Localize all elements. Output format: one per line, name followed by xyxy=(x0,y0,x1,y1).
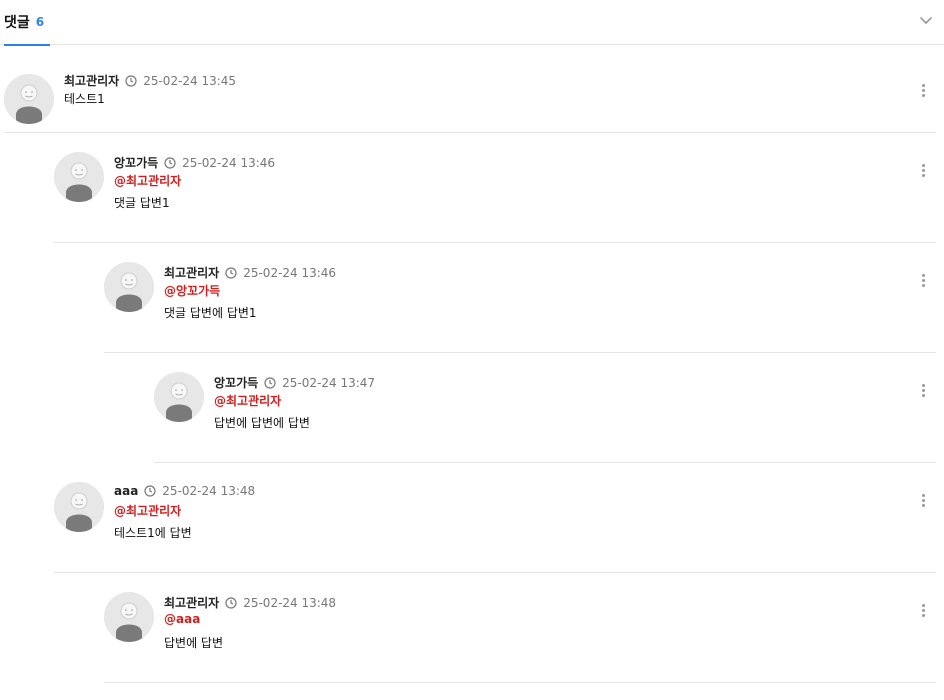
comment-text: 답변에 답변 xyxy=(164,636,224,650)
comment-item: 최고관리자 25-02-24 13:45 테스트1 xyxy=(4,64,936,133)
comment-author: 최고관리자 xyxy=(64,74,120,88)
clock-icon xyxy=(144,485,156,497)
comment-item: 앙꼬가득 25-02-24 13:46 @최고관리자 댓글 답변1 xyxy=(54,132,936,243)
comment-time: 25-02-24 13:48 xyxy=(243,595,337,610)
comments-title: 댓글 xyxy=(4,15,30,31)
avatar-icon xyxy=(154,372,204,422)
comment-mention: @최고관리자 xyxy=(114,174,182,188)
more-vertical-icon[interactable] xyxy=(922,84,926,98)
comment-mention: @최고관리자 xyxy=(114,504,182,518)
chevron-down-icon[interactable] xyxy=(918,12,934,28)
comment-time: 25-02-24 13:45 xyxy=(143,73,237,88)
comment-author: 앙꼬가득 xyxy=(214,376,259,390)
comments-tab[interactable]: 댓글 6 xyxy=(4,0,51,46)
comment-text: 댓글 답변1 xyxy=(114,196,170,210)
comment-meta: aaa 25-02-24 13:48 xyxy=(114,484,255,498)
comment-text: 테스트1에 답변 xyxy=(114,526,192,540)
more-vertical-icon[interactable] xyxy=(922,274,926,288)
comment-time: 25-02-24 13:46 xyxy=(182,155,276,170)
clock-icon xyxy=(264,376,276,389)
clock-icon xyxy=(125,74,137,87)
comment-text: 댓글 답변에 답변1 xyxy=(164,306,257,320)
avatar-icon xyxy=(104,592,154,642)
comment-meta: 최고관리자 25-02-24 13:46 xyxy=(164,264,336,281)
comment-mention: @앙꼬가득 xyxy=(164,284,221,298)
comments-header: 댓글 6 xyxy=(0,0,944,46)
comment-meta: 앙꼬가득 25-02-24 13:47 xyxy=(214,374,375,391)
avatar-icon xyxy=(54,152,104,202)
comment-meta: 최고관리자 25-02-24 13:48 xyxy=(164,594,336,611)
avatar-icon xyxy=(104,262,154,312)
avatar-icon xyxy=(54,482,104,532)
comment-time: 25-02-24 13:48 xyxy=(162,484,256,498)
comment-item: 최고관리자 25-02-24 13:48 @aaa 답변에 답변 xyxy=(104,572,936,683)
comment-mention: @최고관리자 xyxy=(214,394,282,408)
more-vertical-icon[interactable] xyxy=(922,604,926,618)
comment-time: 25-02-24 13:46 xyxy=(243,265,337,280)
comment-mention: @aaa xyxy=(164,612,201,626)
comment-meta: 앙꼬가득 25-02-24 13:46 xyxy=(114,154,275,171)
comment-item: aaa 25-02-24 13:48 @최고관리자 테스트1에 답변 xyxy=(54,462,936,573)
more-vertical-icon[interactable] xyxy=(922,384,926,398)
clock-icon xyxy=(225,596,237,609)
comment-time: 25-02-24 13:47 xyxy=(282,375,376,390)
comment-text: 답변에 답변에 답변 xyxy=(214,416,310,430)
comment-author: 최고관리자 xyxy=(164,596,220,610)
comment-item: 최고관리자 25-02-24 13:46 @앙꼬가득 댓글 답변에 답변1 xyxy=(104,242,936,353)
comment-author: aaa xyxy=(114,484,139,498)
comment-author: 최고관리자 xyxy=(164,266,220,280)
clock-icon xyxy=(225,266,237,279)
comment-item: 앙꼬가득 25-02-24 13:47 @최고관리자 답변에 답변에 답변 xyxy=(154,352,936,463)
comment-meta: 최고관리자 25-02-24 13:45 xyxy=(64,72,236,89)
comment-author: 앙꼬가득 xyxy=(114,156,159,170)
clock-icon xyxy=(164,156,176,169)
comments-count: 6 xyxy=(35,15,45,29)
more-vertical-icon[interactable] xyxy=(922,494,926,508)
avatar-icon xyxy=(4,74,54,124)
more-vertical-icon[interactable] xyxy=(922,164,926,178)
comment-text: 테스트1 xyxy=(64,92,105,106)
